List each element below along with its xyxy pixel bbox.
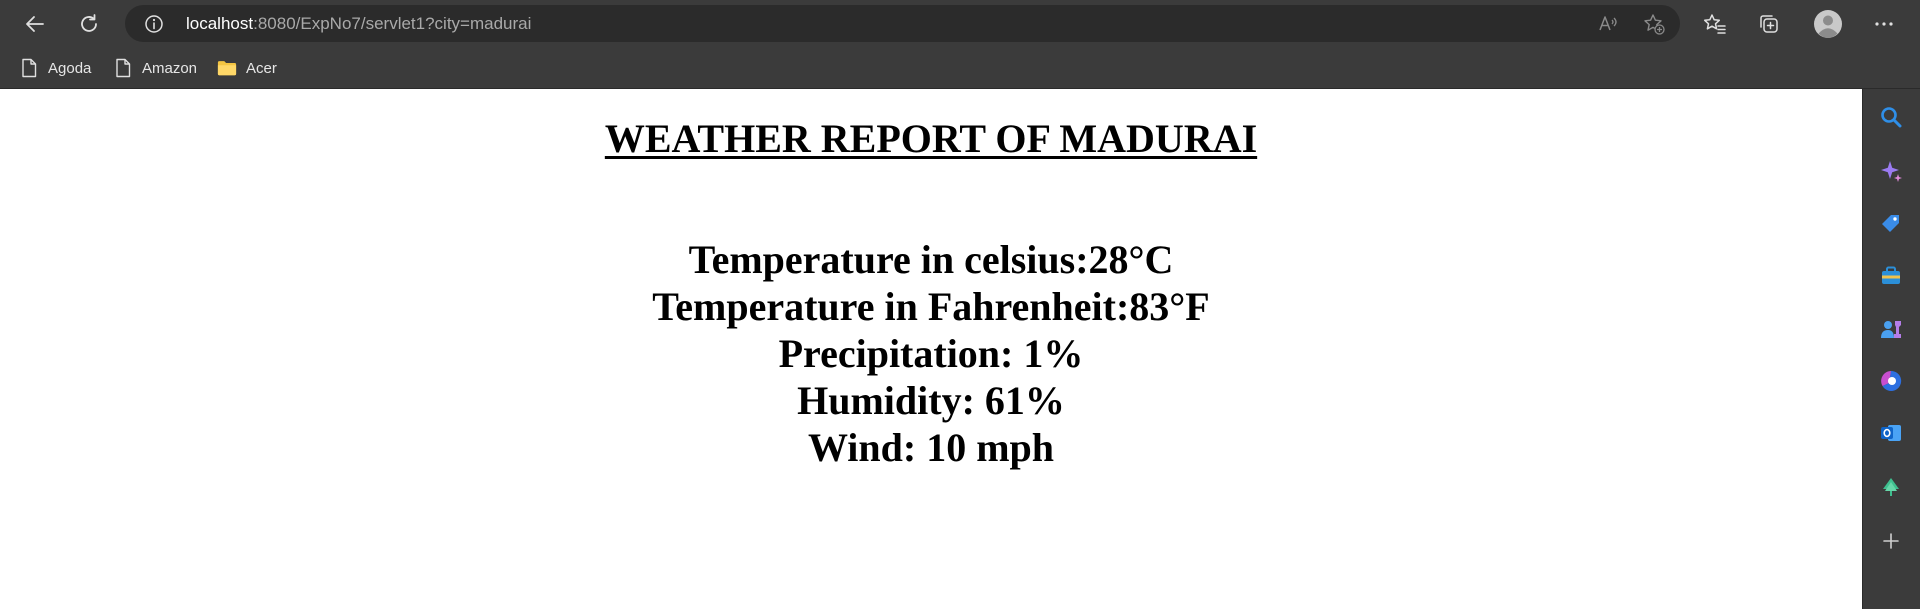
favorite-label: Amazon [142, 59, 198, 77]
page-content: WEATHER REPORT OF MADURAI Temperature in… [0, 89, 1862, 609]
favorite-label: Agoda [48, 59, 92, 77]
address-bar[interactable]: localhost:8080/ExpNo7/servlet1?city=madu… [125, 5, 1680, 42]
page-icon [113, 58, 133, 78]
drop-icon [1883, 478, 1899, 496]
sidebar-add-button[interactable] [1876, 526, 1906, 556]
folder-icon [217, 58, 237, 78]
sidebar-copilot-button[interactable] [1876, 156, 1906, 186]
favorite-acer[interactable]: Acer [217, 56, 277, 80]
outlook-icon [1881, 425, 1901, 441]
favorites-icon [1703, 14, 1726, 34]
favorites-bar: Agoda Amazon Acer [0, 47, 1920, 89]
refresh-button[interactable] [71, 6, 107, 42]
back-icon [26, 16, 44, 32]
read-aloud-icon [1599, 16, 1617, 31]
sidebar-games-button[interactable] [1876, 314, 1906, 344]
sidebar-tools-button[interactable] [1876, 261, 1906, 291]
search-icon [1881, 107, 1902, 128]
browser-toolbar: localhost:8080/ExpNo7/servlet1?city=madu… [0, 0, 1920, 47]
more-button[interactable] [1866, 6, 1902, 42]
page-icon [19, 58, 39, 78]
weather-report: Temperature in celsius:28°C Temperature … [0, 236, 1862, 471]
favorites-button[interactable] [1697, 6, 1733, 42]
back-button[interactable] [17, 6, 53, 42]
page-title: WEATHER REPORT OF MADURAI [604, 116, 1258, 161]
copilot-icon [1881, 161, 1902, 182]
profile-icon [1814, 10, 1842, 38]
add-icon [1883, 533, 1899, 549]
sidebar-microsoft-365-button[interactable] [1876, 366, 1906, 396]
sidebar-search-button[interactable] [1876, 102, 1906, 132]
url-host: localhost [186, 14, 254, 33]
site-info-button[interactable] [143, 13, 165, 35]
tools-icon [1882, 266, 1900, 284]
read-aloud-button[interactable] [1596, 12, 1620, 36]
favorite-label: Acer [246, 59, 277, 77]
refresh-icon [81, 14, 97, 32]
add-favorite-button[interactable] [1642, 12, 1666, 36]
favorite-amazon[interactable]: Amazon [113, 56, 197, 80]
collections-button[interactable] [1751, 6, 1787, 42]
more-icon [1875, 22, 1893, 26]
precipitation: Precipitation: 1% [778, 331, 1084, 376]
collections-icon [1760, 15, 1778, 33]
profile-button[interactable] [1810, 6, 1846, 42]
wind: Wind: 10 mph [807, 425, 1054, 470]
games-icon [1881, 321, 1901, 338]
temperature-fahrenheit: Temperature in Fahrenheit:83°F [652, 284, 1210, 329]
sidebar-drop-button[interactable] [1876, 472, 1906, 502]
site-info-icon [145, 15, 163, 33]
sidebar-outlook-button[interactable] [1876, 418, 1906, 448]
browser-window: localhost:8080/ExpNo7/servlet1?city=madu… [0, 0, 1920, 609]
browser-sidebar [1862, 89, 1920, 609]
microsoft-365-icon [1881, 370, 1902, 391]
add-favorite-icon [1644, 14, 1665, 35]
url-text[interactable]: localhost:8080/ExpNo7/servlet1?city=madu… [186, 14, 531, 34]
favorite-agoda[interactable]: Agoda [19, 56, 91, 80]
shopping-icon [1882, 215, 1899, 232]
humidity: Humidity: 61% [797, 378, 1065, 423]
sidebar-shopping-button[interactable] [1876, 208, 1906, 238]
temperature-celsius: Temperature in celsius:28°C [688, 237, 1174, 282]
url-path: :8080/ExpNo7/servlet1?city=madurai [253, 14, 532, 33]
